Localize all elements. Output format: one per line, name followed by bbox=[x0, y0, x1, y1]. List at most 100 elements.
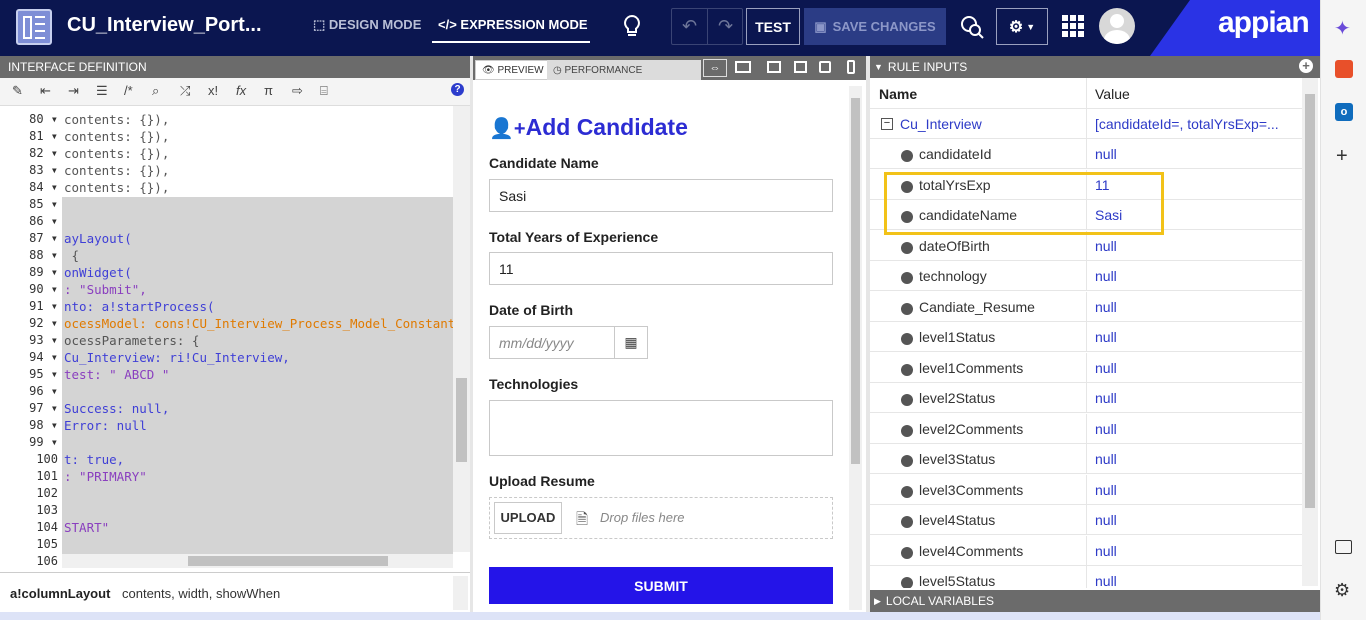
table-row[interactable]: level1Comments null bbox=[870, 352, 1302, 383]
line-number: 80 ▾ bbox=[29, 112, 58, 126]
redo-icon[interactable]: ↷ bbox=[708, 9, 743, 44]
code-line: ocessModel: cons!CU_Interview_Process_Mo… bbox=[64, 316, 453, 331]
table-row[interactable]: − Cu_Interview [candidateId=, totalYrsEx… bbox=[870, 109, 1302, 139]
row-value[interactable]: null bbox=[1095, 360, 1117, 376]
add-rule-input-icon[interactable]: + bbox=[1299, 59, 1313, 73]
save-changes-button[interactable]: ▣ SAVE CHANGES bbox=[804, 8, 946, 45]
hint-scrollbar[interactable] bbox=[453, 576, 468, 610]
row-value[interactable]: null bbox=[1095, 238, 1117, 254]
shuffle-icon[interactable]: ⤮ bbox=[180, 83, 190, 99]
candidate-name-input[interactable]: Sasi bbox=[489, 179, 833, 212]
table-row[interactable]: level5Status null bbox=[870, 566, 1302, 588]
row-value[interactable]: null bbox=[1095, 421, 1117, 437]
function-name: a!columnLayout bbox=[10, 586, 111, 601]
collapse-minus-icon[interactable]: − bbox=[881, 118, 893, 130]
phone-icon[interactable] bbox=[847, 60, 855, 74]
copilot-sparkle-icon[interactable]: ✦ bbox=[1334, 16, 1351, 41]
search-doc-icon[interactable]: ⌸ bbox=[320, 83, 328, 99]
office-icon[interactable] bbox=[1335, 60, 1353, 78]
preview-scrollbar[interactable] bbox=[849, 86, 862, 610]
row-value[interactable]: null bbox=[1095, 451, 1117, 467]
column-divider bbox=[1086, 322, 1087, 352]
file-drop-zone[interactable]: UPLOAD 🗎 Drop files here bbox=[489, 497, 833, 539]
function-hint-bar: a!columnLayout contents, width, showWhen bbox=[0, 572, 470, 612]
help-icon[interactable]: ? bbox=[451, 83, 464, 96]
table-row[interactable]: level2Status null bbox=[870, 383, 1302, 413]
table-row[interactable]: level1Status null bbox=[870, 322, 1302, 352]
laptop-icon[interactable] bbox=[794, 61, 807, 73]
user-avatar[interactable] bbox=[1099, 8, 1135, 44]
editor-toolbar: ✎ ⇤ ⇥ ☰ /* ⌕ ⤮ x! fx π ⇨ ⌸ ? bbox=[0, 78, 470, 106]
tab-preview[interactable]: 👁 PREVIEW bbox=[475, 60, 551, 80]
table-row[interactable]: level2Comments null bbox=[870, 413, 1302, 444]
experience-input[interactable]: 11 bbox=[489, 252, 833, 285]
settings-dropdown-button[interactable]: ⚙ ▼ bbox=[996, 8, 1048, 45]
dob-input[interactable]: mm/dd/yyyy bbox=[489, 326, 615, 359]
tablet-icon[interactable] bbox=[819, 61, 831, 73]
test-button[interactable]: TEST bbox=[746, 8, 800, 45]
table-row[interactable]: dateOfBirth null bbox=[870, 230, 1302, 261]
row-value[interactable]: null bbox=[1095, 512, 1117, 528]
upload-button[interactable]: UPLOAD bbox=[494, 502, 562, 534]
row-name: level3Status bbox=[919, 451, 996, 467]
lightbulb-icon[interactable] bbox=[621, 14, 643, 38]
table-header-row: Name Value bbox=[870, 78, 1302, 109]
row-value[interactable]: [candidateId=, totalYrsExp=... bbox=[1095, 116, 1279, 132]
technologies-label: Technologies bbox=[489, 376, 579, 392]
add-user-icon: 👤+ bbox=[489, 118, 526, 140]
table-row[interactable]: candidateId null bbox=[870, 139, 1302, 169]
outlook-icon[interactable]: o bbox=[1335, 103, 1353, 121]
row-value[interactable]: null bbox=[1095, 573, 1117, 588]
code-line: : "Submit", bbox=[64, 282, 147, 297]
expression-error-icon[interactable]: x! bbox=[208, 83, 218, 98]
row-value[interactable]: null bbox=[1095, 146, 1117, 162]
collapse-caret-icon[interactable]: ▼ bbox=[874, 62, 883, 72]
table-row[interactable]: level4Status null bbox=[870, 505, 1302, 535]
format-icon[interactable]: ☰ bbox=[96, 83, 108, 99]
technologies-textarea[interactable] bbox=[489, 400, 833, 456]
outdent-icon[interactable]: ⇤ bbox=[40, 83, 51, 99]
column-divider bbox=[1086, 505, 1087, 535]
fit-width-icon[interactable]: ⇔ bbox=[703, 59, 727, 77]
row-value[interactable]: null bbox=[1095, 268, 1117, 284]
magic-wand-icon[interactable]: ✎ bbox=[12, 83, 23, 99]
table-row[interactable]: Candiate_Resume null bbox=[870, 291, 1302, 322]
table-row[interactable]: level3Comments null bbox=[870, 474, 1302, 505]
table-row[interactable]: level3Status null bbox=[870, 444, 1302, 474]
add-icon[interactable]: + bbox=[1336, 145, 1348, 168]
export-icon[interactable]: ⇨ bbox=[292, 83, 303, 99]
expression-mode-tab[interactable]: </> EXPRESSION MODE bbox=[432, 17, 590, 43]
calendar-icon[interactable]: ▦ bbox=[614, 326, 648, 359]
pi-icon[interactable]: π bbox=[264, 83, 273, 98]
sidebar-toggle-icon[interactable] bbox=[1335, 540, 1352, 554]
row-name: Candiate_Resume bbox=[919, 298, 1035, 315]
editor-horizontal-scrollbar[interactable] bbox=[62, 554, 453, 568]
local-variables-header[interactable]: ▶ LOCAL VARIABLES bbox=[870, 590, 1320, 612]
table-row[interactable]: technology null bbox=[870, 261, 1302, 291]
code-editor[interactable]: contents: {}), contents: {}), contents: {}… bbox=[62, 106, 453, 554]
app-grid-icon[interactable] bbox=[1062, 15, 1084, 37]
undo-icon[interactable]: ↶ bbox=[672, 9, 708, 44]
row-value[interactable]: null bbox=[1095, 543, 1117, 559]
editor-vertical-scrollbar[interactable] bbox=[453, 106, 470, 552]
row-value[interactable]: null bbox=[1095, 299, 1117, 315]
desktop-icon[interactable] bbox=[767, 61, 781, 73]
code-line: t: true, bbox=[64, 452, 125, 467]
rule-inputs-scrollbar[interactable] bbox=[1302, 78, 1318, 586]
table-row[interactable]: level4Comments null bbox=[870, 535, 1302, 566]
indent-icon[interactable]: ⇥ bbox=[68, 83, 79, 99]
comment-icon[interactable]: /* bbox=[124, 83, 133, 98]
row-value[interactable]: null bbox=[1095, 329, 1117, 345]
search-icon[interactable]: ⌕ bbox=[152, 83, 159, 99]
row-value[interactable]: null bbox=[1095, 482, 1117, 498]
design-mode-tab[interactable]: ⬚ DESIGN MODE bbox=[313, 17, 421, 33]
function-icon[interactable]: fx bbox=[236, 83, 246, 98]
globe-search-icon[interactable] bbox=[960, 15, 984, 39]
bullet-icon bbox=[901, 302, 913, 315]
tab-performance[interactable]: ◷ PERFORMANCE bbox=[547, 60, 701, 80]
submit-button[interactable]: SUBMIT bbox=[489, 567, 833, 604]
settings-gear-icon[interactable]: ⚙ bbox=[1334, 580, 1350, 601]
row-value[interactable]: null bbox=[1095, 390, 1117, 406]
code-line: test: " ABCD " bbox=[64, 367, 170, 382]
desktop-wide-icon[interactable] bbox=[735, 61, 751, 73]
